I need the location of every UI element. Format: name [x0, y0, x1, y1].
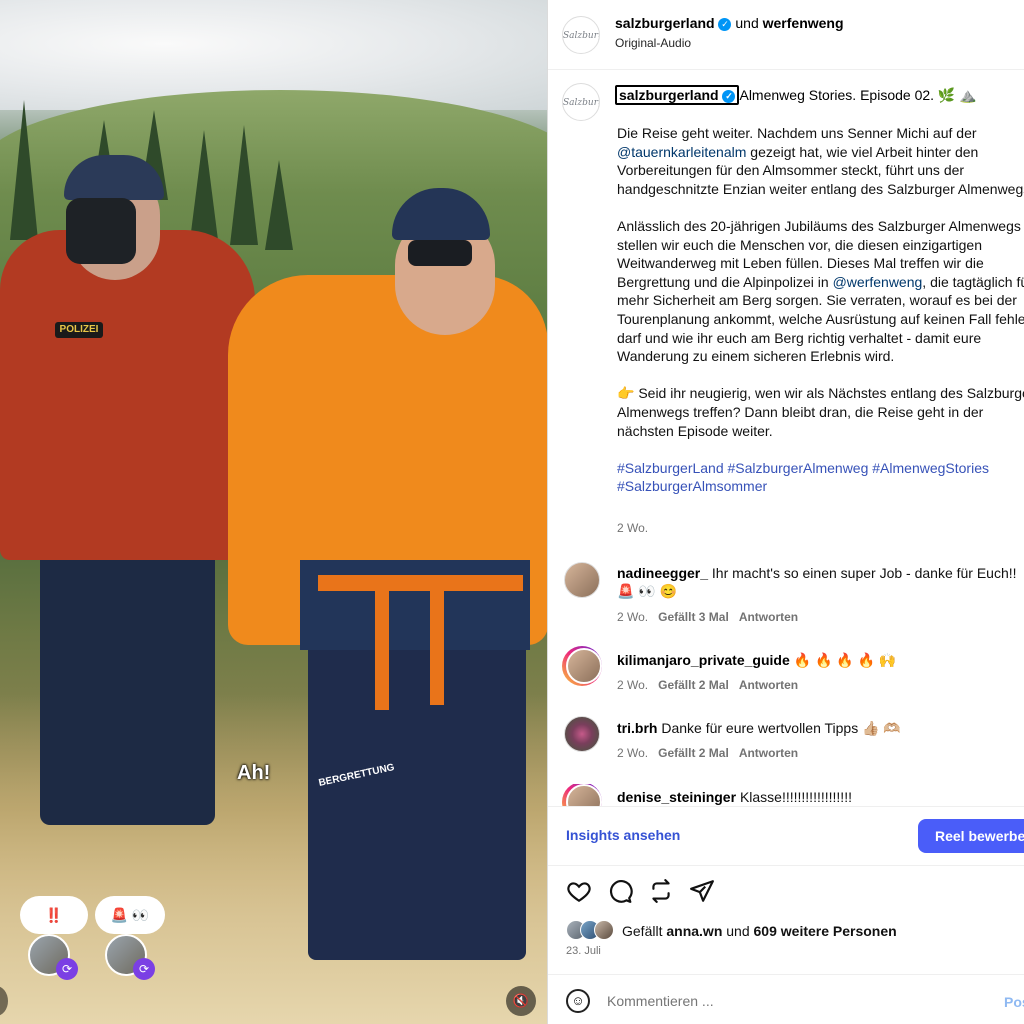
header-accounts: salzburgerland ✓ und werfenweng — [615, 15, 844, 31]
hashtags[interactable]: #SalzburgerLand #SalzburgerAlmenweg #Alm… — [617, 459, 1024, 496]
salzburgerland-logo: Salzburger Land — [563, 31, 599, 41]
caption-timestamp: 2 Wo. — [617, 521, 649, 535]
boost-reel-button[interactable]: Reel bewerben — [918, 819, 1024, 853]
video-harness-strap — [430, 590, 444, 705]
salzburgerland-logo: Salzburger Land — [563, 98, 599, 108]
likes-text[interactable]: Gefällt anna.wn und 609 weitere Personen — [622, 923, 897, 939]
audio-label[interactable]: Original-Audio — [615, 36, 691, 50]
video-tree — [10, 100, 38, 240]
repost-icon[interactable] — [647, 878, 675, 906]
video-harness-belt — [318, 575, 523, 591]
video-person-rescuer-waist — [300, 560, 530, 650]
comment-meta: 2 Wo. Gefällt 2 Mal Antworten — [617, 746, 799, 760]
mention-link[interactable]: @werfenweng — [833, 274, 923, 290]
post-panel: Salzburger Land salzburgerland ✓ und wer… — [547, 0, 1024, 1024]
video-police-badge: POLIZEI — [55, 322, 103, 338]
reply-button[interactable]: Antworten — [739, 610, 798, 624]
reaction-bubble: ‼️ — [20, 896, 88, 934]
commenter-avatar[interactable] — [564, 562, 600, 598]
video-person-police-legs — [40, 545, 215, 825]
header-username[interactable]: salzburgerland — [615, 15, 715, 31]
comment-meta: 2 Wo. Gefällt 3 Mal Antworten — [617, 610, 799, 624]
verified-badge-icon: ✓ — [718, 18, 732, 31]
commenter-avatar[interactable] — [564, 716, 600, 752]
reply-button[interactable]: Antworten — [739, 746, 798, 760]
action-bar — [548, 878, 1024, 908]
repost-icon: ⟳ — [133, 958, 155, 980]
likes-summary: Gefällt anna.wn und 609 weitere Personen — [566, 920, 1024, 944]
comment-text: kilimanjaro_private_guide 🔥 🔥 🔥 🔥 🙌 — [617, 652, 897, 668]
comment-meta: 2 Wo. Gefällt 2 Mal Antworten — [617, 678, 799, 692]
comment-item: denise_steininger Klasse!!!!!!!!!!!!!!!!… — [548, 784, 1024, 806]
caption-headline: salzburgerland ✓ Almenweg Stories. Episod… — [615, 85, 977, 105]
reply-button[interactable]: Antworten — [739, 678, 798, 692]
comment-likes[interactable]: Gefällt 2 Mal — [658, 678, 729, 692]
caption-avatar[interactable]: Salzburger Land — [562, 83, 600, 121]
verified-badge-icon: ✓ — [722, 90, 736, 103]
video-tree — [190, 130, 218, 240]
caption-text: Die Reise geht weiter. Nachdem uns Senne… — [617, 124, 1024, 514]
reaction-bubble: 🚨 👀 — [95, 896, 165, 934]
speaker-muted-icon[interactable]: 🔇 — [506, 986, 536, 1016]
video-binoculars — [408, 240, 472, 266]
video-tree — [230, 125, 258, 245]
video-binoculars — [66, 198, 136, 264]
video-tree — [265, 160, 293, 250]
mention-link[interactable]: @tauernkarleitenalm — [617, 144, 746, 160]
comment-text: nadineegger_ Ihr macht's so einen super … — [617, 565, 1017, 599]
insights-link[interactable]: Insights ansehen — [566, 827, 680, 843]
emoji-icon[interactable]: ☺ — [566, 989, 590, 1013]
commenter-avatar[interactable] — [566, 784, 602, 806]
reel-video[interactable]: POLIZEI BERGRETTUNG Ah! ‼️ 🚨 👀 ⟳ ⟳ 🔇 — [0, 0, 547, 1024]
caption-username[interactable]: salzburgerland ✓ — [615, 85, 740, 105]
comment-icon[interactable] — [606, 878, 634, 906]
header-joiner: und — [735, 15, 759, 31]
comment-likes[interactable]: Gefällt 3 Mal — [658, 610, 729, 624]
liker-avatar — [594, 920, 614, 940]
insights-bar: Insights ansehen Reel bewerben — [548, 806, 1024, 866]
comment-input[interactable] — [607, 989, 977, 1013]
video-harness-strap — [375, 580, 389, 710]
post-date: 23. Juli — [566, 945, 601, 957]
heart-icon[interactable] — [565, 878, 593, 906]
post-comment-button[interactable]: Posten — [1004, 994, 1024, 1010]
comment-text: denise_steininger Klasse!!!!!!!!!!!!!!!!… — [617, 789, 852, 805]
video-person-rescuer-legs — [308, 640, 526, 960]
repost-icon: ⟳ — [56, 958, 78, 980]
account-avatar[interactable]: Salzburger Land — [562, 16, 600, 54]
caption-paragraph: 👉 Seid ihr neugierig, wen wir als Nächst… — [617, 385, 1024, 439]
post-header: Salzburger Land salzburgerland ✓ und wer… — [548, 0, 1024, 70]
video-subtitle: Ah! — [237, 762, 271, 784]
comment-text: tri.brh Danke für eure wertvollen Tipps … — [617, 720, 901, 736]
comment-likes[interactable]: Gefällt 2 Mal — [658, 746, 729, 760]
header-collaborator[interactable]: werfenweng — [763, 15, 844, 31]
video-person-police-jacket — [0, 230, 255, 560]
comment-composer: ☺ Posten — [548, 974, 1024, 1024]
share-icon[interactable] — [688, 878, 716, 906]
caption-title: Almenweg Stories. Episode 02. 🌿 ⛰️ — [739, 87, 977, 103]
commenter-avatar[interactable] — [566, 648, 602, 684]
